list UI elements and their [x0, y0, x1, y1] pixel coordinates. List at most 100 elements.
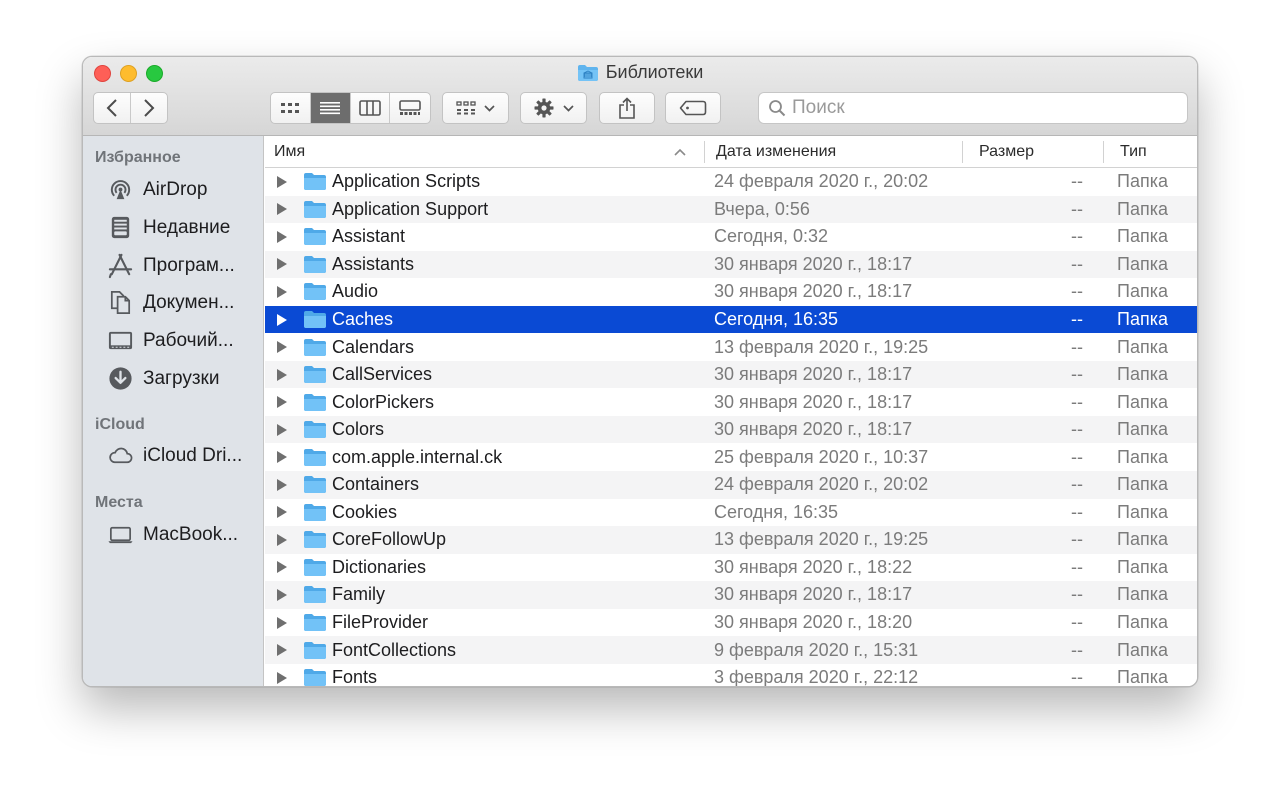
gallery-view-icon — [399, 100, 421, 115]
sidebar-item-recents[interactable]: Недавние — [107, 214, 230, 241]
group-by-icon — [456, 101, 476, 115]
column-header-date[interactable]: Дата изменения — [716, 136, 836, 168]
folder-icon — [304, 366, 326, 384]
table-row[interactable]: Caches Сегодня, 16:35 -- Папка — [265, 305, 1197, 334]
file-size: -- — [1071, 419, 1083, 440]
table-row[interactable]: Colors 30 января 2020 г., 18:17 -- Папка — [265, 415, 1197, 444]
gear-icon — [534, 98, 554, 118]
file-name: Cookies — [332, 501, 398, 522]
disclosure-triangle-icon[interactable] — [277, 588, 287, 601]
disclosure-triangle-icon[interactable] — [277, 230, 287, 243]
group-by-button[interactable] — [442, 92, 509, 124]
file-kind: Папка — [1117, 556, 1168, 577]
table-row[interactable]: CoreFollowUp 13 февраля 2020 г., 19:25 -- П… — [265, 526, 1197, 554]
table-row[interactable]: CallServices 30 января 2020 г., 18:17 -- Па… — [265, 360, 1197, 389]
action-menu-button[interactable] — [520, 92, 587, 124]
file-date: 13 февраля 2020 г., 19:25 — [714, 529, 929, 550]
column-header-label: Тип — [1120, 143, 1147, 160]
table-row[interactable]: Family 30 января 2020 г., 18:17 -- Папка — [265, 581, 1197, 609]
disclosure-triangle-icon[interactable] — [277, 533, 287, 546]
file-kind: Папка — [1117, 584, 1168, 605]
file-date: Сегодня, 16:35 — [714, 309, 839, 329]
recents-icon — [111, 216, 130, 239]
file-date: 30 января 2020 г., 18:17 — [714, 281, 913, 302]
back-button[interactable] — [94, 93, 131, 123]
file-name: CallServices — [332, 364, 433, 385]
disclosure-triangle-icon[interactable] — [277, 561, 287, 574]
file-name: Assistant — [332, 226, 406, 247]
sidebar-item-airdrop[interactable]: AirDrop — [107, 176, 207, 203]
file-date: Сегодня, 16:35 — [714, 501, 839, 522]
folder-icon — [304, 338, 326, 356]
disclosure-triangle-icon[interactable] — [277, 644, 287, 657]
file-name: FontCollections — [332, 639, 457, 660]
file-kind: Папка — [1117, 419, 1168, 440]
search-field[interactable]: Поиск — [758, 92, 1188, 124]
table-row[interactable]: Fonts 3 февраля 2020 г., 22:12 -- Папка — [265, 664, 1197, 687]
table-row[interactable]: FileProvider 30 января 2020 г., 18:20 -- Па… — [265, 609, 1197, 637]
sidebar-item-downloads[interactable]: Загрузки — [107, 365, 219, 392]
sidebar-item-documents[interactable]: Докумен... — [107, 289, 234, 316]
file-kind: Папка — [1117, 253, 1168, 274]
file-size: -- — [1071, 198, 1083, 219]
disclosure-triangle-icon[interactable] — [277, 285, 287, 298]
file-size: -- — [1071, 556, 1083, 577]
file-date: 30 января 2020 г., 18:17 — [714, 253, 913, 274]
table-row[interactable]: Cookies Сегодня, 16:35 -- Папка — [265, 499, 1197, 527]
disclosure-triangle-icon[interactable] — [277, 451, 287, 464]
disclosure-triangle-icon[interactable] — [277, 313, 287, 326]
disclosure-triangle-icon[interactable] — [277, 203, 287, 216]
sidebar-item-desktop[interactable]: Рабочий... — [107, 327, 234, 354]
file-size: -- — [1071, 667, 1083, 687]
file-date: Вчера, 0:56 — [714, 198, 810, 219]
toolbar: Библиотеки Поиск — [83, 57, 1197, 136]
disclosure-triangle-icon[interactable] — [277, 396, 287, 409]
forward-button[interactable] — [131, 93, 168, 123]
sidebar-item-applications[interactable]: Програм... — [107, 252, 235, 279]
list-view-button[interactable] — [310, 93, 351, 123]
column-view-button[interactable] — [351, 93, 391, 123]
table-row[interactable]: com.apple.internal.ck 25 февраля 2020 г.,… — [265, 443, 1197, 471]
sidebar-item-macbook[interactable]: MacBook... — [107, 521, 238, 548]
disclosure-triangle-icon[interactable] — [277, 616, 287, 629]
disclosure-triangle-icon[interactable] — [277, 341, 287, 354]
icon-view-button[interactable] — [271, 93, 311, 123]
documents-icon — [110, 291, 131, 314]
window-title-bar: Библиотеки — [83, 62, 1197, 83]
column-header-size[interactable]: Размер — [979, 136, 1034, 168]
gallery-view-button[interactable] — [390, 93, 430, 123]
file-kind: Папка — [1117, 198, 1168, 219]
tag-button[interactable] — [665, 92, 721, 124]
table-row[interactable]: Containers 24 февраля 2020 г., 20:02 -- Пап… — [265, 471, 1197, 499]
disclosure-triangle-icon[interactable] — [277, 258, 287, 271]
table-row[interactable]: Calendars 13 февраля 2020 г., 19:25 -- Папк… — [265, 333, 1197, 361]
file-name: com.apple.internal.ck — [332, 446, 503, 467]
table-row[interactable]: Assistants 30 января 2020 г., 18:17 -- Папк… — [265, 250, 1197, 279]
file-date: 3 февраля 2020 г., 22:12 — [714, 667, 919, 687]
sidebar-item-icloud-drive[interactable]: iCloud Dri... — [107, 442, 242, 469]
table-row[interactable]: ColorPickers 30 января 2020 г., 18:17 -- Па… — [265, 388, 1197, 416]
table-row[interactable]: Audio 30 января 2020 г., 18:17 -- Папка — [265, 278, 1197, 306]
table-row[interactable]: FontCollections 9 февраля 2020 г., 15:31 -… — [265, 636, 1197, 664]
table-row[interactable]: Dictionaries 30 января 2020 г., 18:22 -- Па… — [265, 554, 1197, 582]
column-header-name[interactable]: Имя — [274, 136, 694, 168]
table-row[interactable]: Assistant Сегодня, 0:32 -- Папка — [265, 223, 1197, 251]
column-divider[interactable] — [704, 141, 705, 163]
column-view-icon — [359, 100, 381, 116]
file-kind: Папка — [1117, 446, 1168, 467]
folder-icon — [304, 393, 326, 411]
table-row[interactable]: Application Support Вчера, 0:56 -- Папка — [265, 195, 1197, 224]
file-size: -- — [1071, 226, 1083, 247]
column-header-kind[interactable]: Тип — [1120, 136, 1147, 168]
column-divider[interactable] — [962, 141, 963, 163]
disclosure-triangle-icon[interactable] — [277, 671, 287, 684]
share-button[interactable] — [599, 92, 655, 124]
disclosure-triangle-icon[interactable] — [277, 175, 287, 188]
file-date: 30 января 2020 г., 18:17 — [714, 419, 913, 440]
table-row[interactable]: Application Scripts 24 февраля 2020 г., 2… — [265, 168, 1197, 196]
disclosure-triangle-icon[interactable] — [277, 423, 287, 436]
disclosure-triangle-icon[interactable] — [277, 506, 287, 519]
disclosure-triangle-icon[interactable] — [277, 368, 287, 381]
column-divider[interactable] — [1103, 141, 1104, 163]
disclosure-triangle-icon[interactable] — [277, 478, 287, 491]
